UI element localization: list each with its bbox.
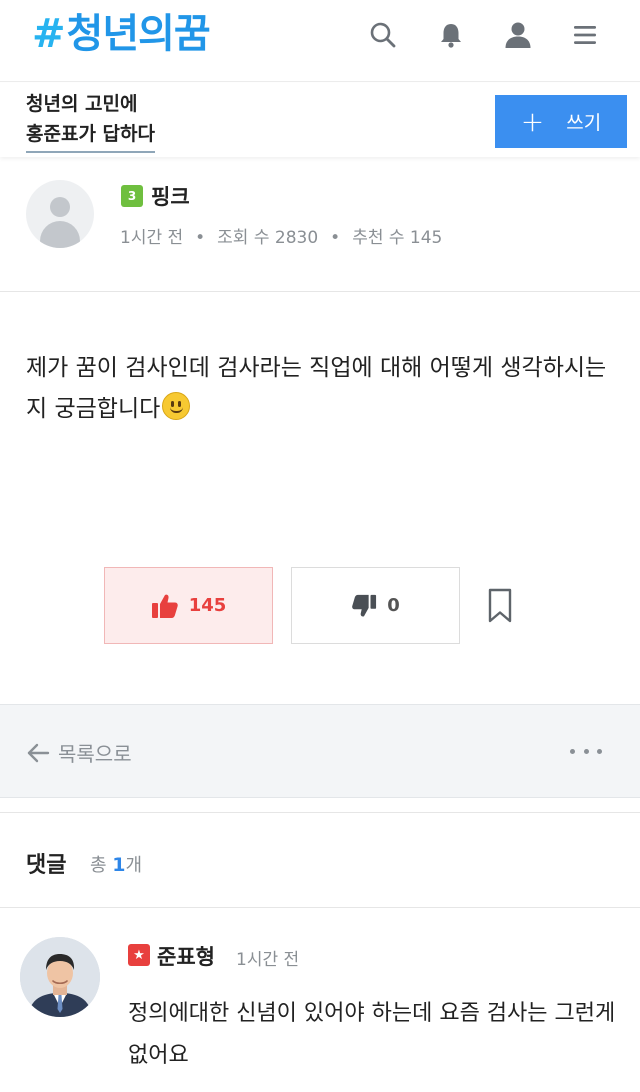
commenter-name[interactable]: 준표형 [157, 941, 215, 971]
logo-hash: # [32, 11, 66, 57]
comments-count-suffix: 개 [125, 855, 143, 876]
user-icon[interactable] [501, 18, 535, 52]
level-badge: 3 [121, 185, 143, 207]
arrow-left-icon [27, 743, 50, 762]
board-title[interactable]: 청년의 고민에 홍준표가 답하다 [26, 89, 155, 153]
comments-header: 댓글 총 1개 [0, 812, 640, 908]
back-link-label: 목록으로 [58, 742, 132, 766]
post-time: 1시간 전 [120, 228, 184, 248]
write-button-label: 쓰기 [566, 112, 602, 134]
commenter-avatar[interactable] [20, 937, 100, 1017]
like-count: 145 [188, 595, 227, 616]
more-icon[interactable] [570, 739, 602, 763]
star-badge-icon: ★ [128, 944, 150, 966]
smiley-icon [162, 392, 191, 420]
author-name[interactable]: 핑크 [151, 181, 190, 211]
avatar-body-shape [40, 221, 80, 248]
site-logo[interactable]: #청년의꿈 [32, 10, 211, 58]
board-title-line2: 홍준표가 답하다 [26, 119, 155, 153]
meta-separator: • [330, 228, 341, 248]
post-text: 제가 꿈이 검사인데 검사라는 직업에 대해 어떻게 생각하시는지 궁금합니다 [26, 355, 607, 422]
logo-text: 청년의꿈 [66, 11, 211, 57]
post-author-row: 3 핑크 1시간 전 • 조회 수 2830 • 추천 수 145 [0, 160, 640, 292]
comment-time: 1시간 전 [236, 950, 300, 970]
comments-count-number: 1 [112, 854, 126, 876]
post-body: 제가 꿈이 검사인데 검사라는 직업에 대해 어떻게 생각하시는지 궁금합니다 [26, 348, 616, 430]
back-to-list-link[interactable]: 목록으로 [26, 738, 132, 767]
board-title-line1: 청년의 고민에 [26, 93, 138, 115]
top-header: #청년의꿈 [0, 0, 640, 82]
board-header: 청년의 고민에 홍준표가 답하다 + 쓰기 [0, 83, 640, 157]
dislike-button[interactable]: 0 [291, 567, 460, 644]
bell-icon[interactable] [434, 18, 468, 52]
list-nav-bar: 목록으로 [0, 704, 640, 798]
meta-separator: • [195, 228, 206, 248]
post-meta: 1시간 전 • 조회 수 2830 • 추천 수 145 [120, 223, 442, 248]
menu-icon[interactable] [568, 18, 602, 52]
comment-text: 정의에대한 신념이 있어야 하는데 요즘 검사는 그런게 없어요 [128, 1001, 616, 1068]
author-avatar[interactable] [26, 180, 94, 248]
commenter-photo [20, 937, 100, 1017]
recommend-count: 추천 수 145 [352, 228, 443, 248]
like-button[interactable]: 145 [104, 567, 273, 644]
thumbs-up-icon [151, 594, 178, 618]
comments-count: 총 1개 [90, 851, 142, 877]
thumbs-down-icon [352, 594, 377, 617]
view-count: 조회 수 2830 [217, 228, 319, 248]
comments-count-prefix: 총 [90, 855, 107, 876]
dislike-count: 0 [387, 595, 400, 616]
comments-title: 댓글 [26, 853, 67, 878]
write-button[interactable]: + 쓰기 [495, 95, 627, 148]
avatar-head-shape [50, 197, 70, 217]
plus-icon: + [520, 104, 545, 138]
search-icon[interactable] [366, 18, 400, 52]
comment-item: ★ 준표형 1시간 전 정의에대한 신념이 있어야 하는데 요즘 검사는 그런게… [0, 909, 640, 1092]
bookmark-icon[interactable] [486, 588, 514, 624]
